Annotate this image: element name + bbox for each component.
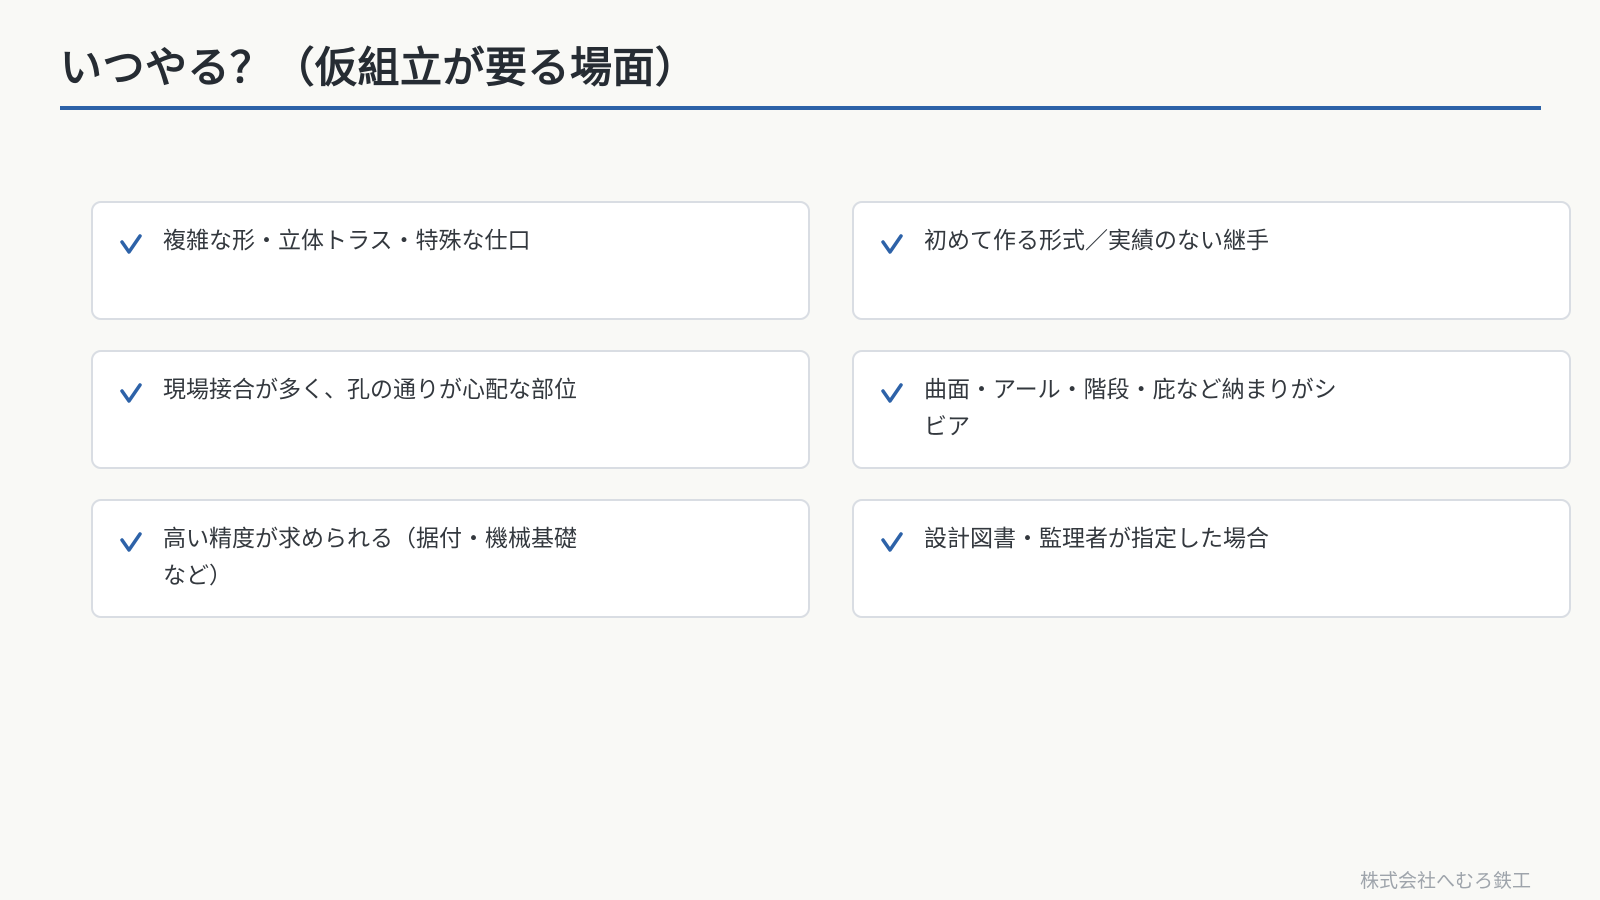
scenario-text: 初めて作る形式／実績のない継手 (924, 228, 1269, 254)
scenario-card: 曲面・アール・階段・庇など納まりがシビア (852, 350, 1571, 469)
scenario-card: 複雑な形・立体トラス・特殊な仕口 (91, 201, 810, 320)
check-icon (881, 383, 903, 403)
scenario-text: 高い精度が求められる（据付・機械基礎など） (163, 526, 577, 589)
scenario-text: 現場接合が多く、孔の通りが心配な部位 (163, 377, 577, 403)
scenario-text: 曲面・アール・階段・庇など納まりがシビア (924, 377, 1337, 440)
check-icon (120, 532, 142, 552)
check-icon (881, 532, 903, 552)
scenario-card: 現場接合が多く、孔の通りが心配な部位 (91, 350, 810, 469)
check-icon (881, 234, 903, 254)
scenario-grid: 複雑な形・立体トラス・特殊な仕口 初めて作る形式／実績のない継手 現場接合が多く… (91, 201, 1571, 618)
scenario-text: 設計図書・監理者が指定した場合 (924, 526, 1269, 552)
scenario-card: 高い精度が求められる（据付・機械基礎など） (91, 499, 810, 618)
scenario-card: 初めて作る形式／実績のない継手 (852, 201, 1571, 320)
page-title: いつやる？（仮組立が要る場面） (60, 43, 698, 92)
company-name: 株式会社へむろ鉄工 (1359, 870, 1531, 892)
title-underline (60, 106, 1541, 110)
scenario-text: 複雑な形・立体トラス・特殊な仕口 (163, 228, 531, 254)
check-icon (120, 234, 142, 254)
check-icon (120, 383, 142, 403)
scenario-card: 設計図書・監理者が指定した場合 (852, 499, 1571, 618)
